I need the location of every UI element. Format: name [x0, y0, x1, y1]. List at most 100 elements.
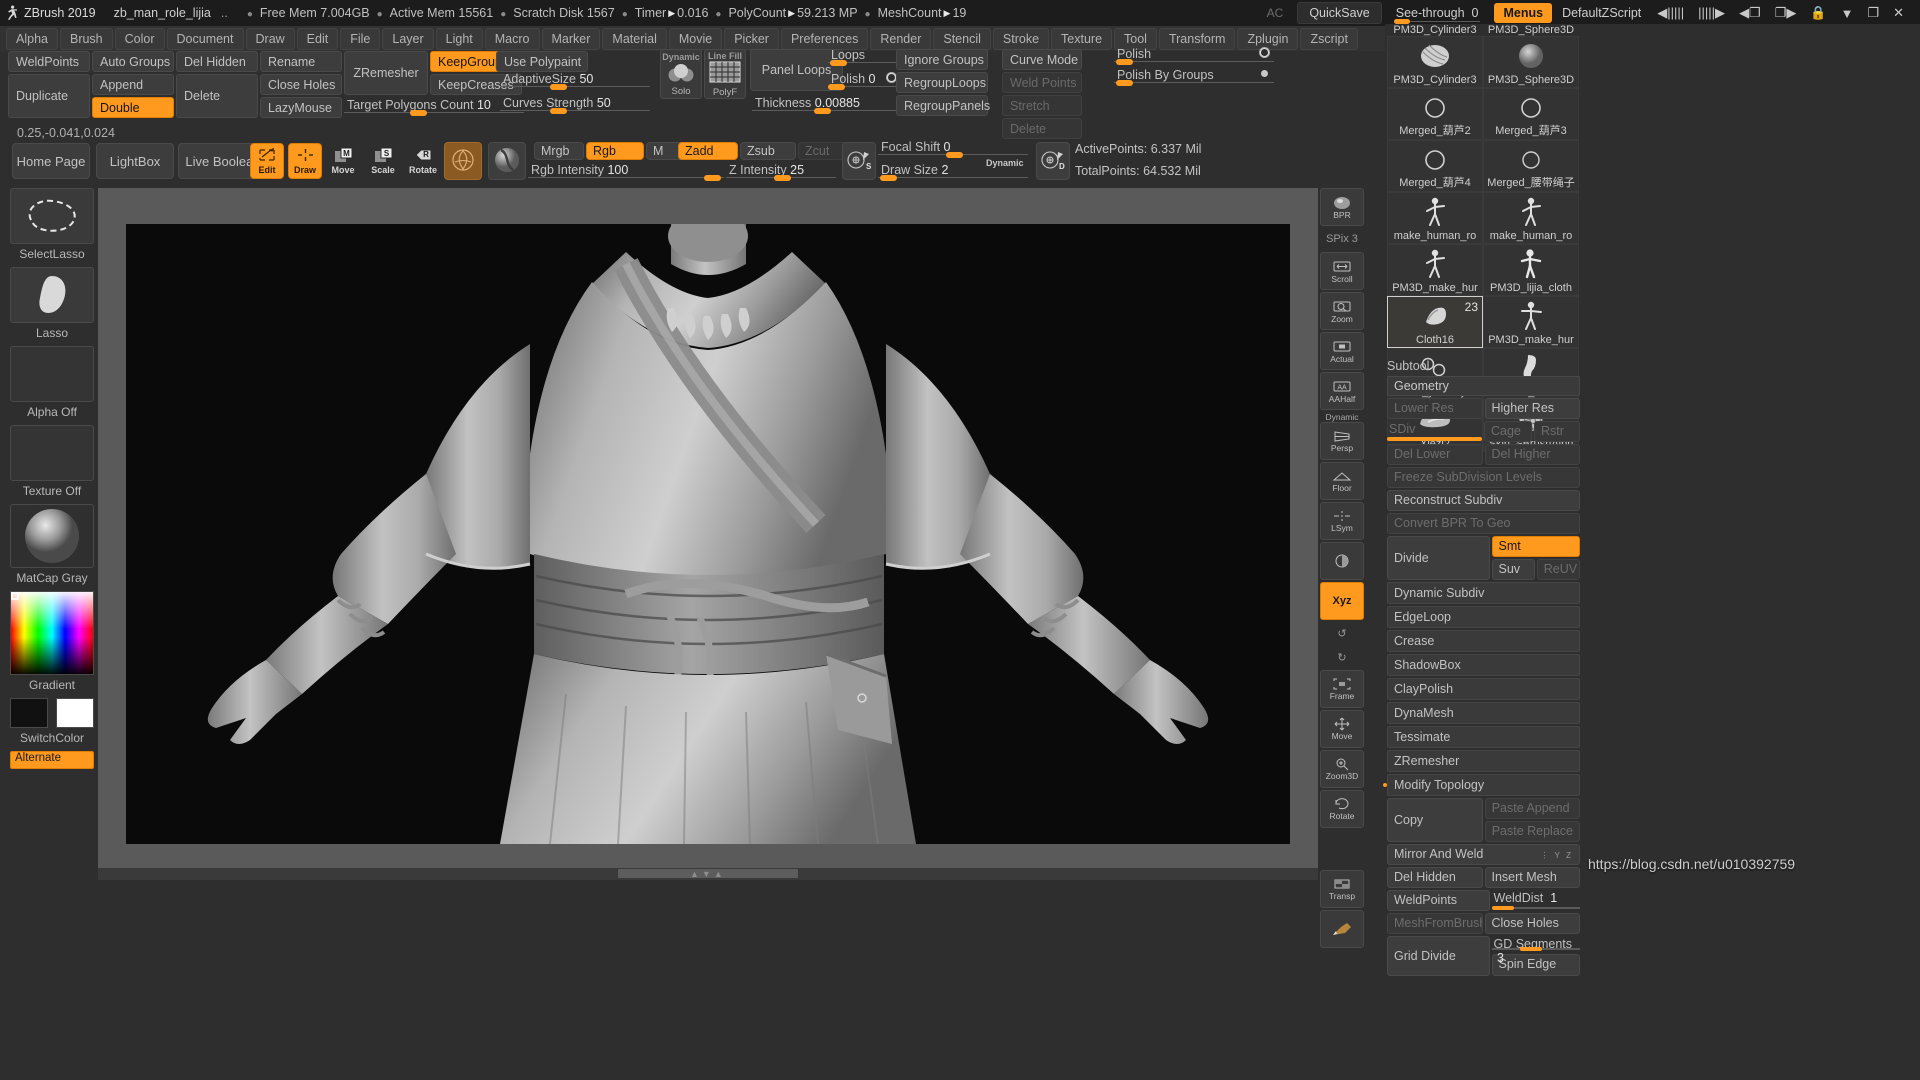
menu-stencil[interactable]: Stencil	[933, 28, 991, 50]
move-nav-button[interactable]: Move	[1320, 710, 1364, 748]
frame-button[interactable]: Frame	[1320, 670, 1364, 708]
tool-item-merged-hulu2[interactable]: Merged_葫芦2	[1387, 88, 1483, 140]
suv-button[interactable]: Suv	[1492, 559, 1535, 580]
brush-dynamic-tile[interactable]: D	[1036, 142, 1070, 180]
shelf-autogroups-button[interactable]: Auto Groups	[92, 51, 174, 72]
draw-mode-button[interactable]: Draw	[288, 143, 322, 179]
polish-radio-shelf[interactable]	[887, 73, 896, 82]
geo-del-hidden-button[interactable]: Del Hidden	[1387, 867, 1483, 888]
freeze-subdivision-button[interactable]: Freeze SubDivision Levels	[1387, 467, 1580, 488]
menu-movie[interactable]: Movie	[669, 28, 722, 50]
rstr-button[interactable]: Rstr	[1534, 421, 1580, 442]
next-window-icon[interactable]: ❐▶	[1775, 5, 1797, 21]
home-page-button[interactable]: Home Page	[12, 143, 90, 179]
shelf-thickness-slider[interactable]: Thickness 0.00885	[752, 97, 902, 111]
polish-by-groups-radio[interactable]	[1261, 70, 1268, 77]
paste-replace-button[interactable]: Paste Replace	[1485, 821, 1580, 842]
menu-draw[interactable]: Draw	[246, 28, 295, 50]
polish-right-radio[interactable]	[1260, 48, 1269, 57]
current-brush-swatch[interactable]	[444, 142, 482, 180]
shelf-zremesher-button[interactable]: ZRemesher	[344, 51, 428, 95]
shelf-rename-button[interactable]: Rename	[260, 51, 342, 72]
grid-divide-button[interactable]: Grid Divide	[1387, 936, 1490, 976]
lightbox-button[interactable]: LightBox	[96, 143, 174, 179]
shelf-lazymouse-button[interactable]: LazyMouse	[260, 97, 342, 118]
lower-res-button[interactable]: Lower Res	[1387, 398, 1483, 419]
thickness-knob[interactable]	[814, 108, 831, 114]
welddist-knob[interactable]	[1492, 906, 1514, 910]
shelf-ignore-groups-button[interactable]: Ignore Groups	[896, 49, 988, 70]
mrgb-button[interactable]: Mrgb	[534, 142, 584, 160]
mirror-and-weld-button[interactable]: Mirror And Weld ⋮ Y Z	[1387, 844, 1580, 865]
viewport[interactable]	[126, 224, 1290, 844]
reuv-button[interactable]: ReUV	[1537, 559, 1580, 580]
alternate-button[interactable]: Alternate	[10, 751, 94, 769]
shelf-delhidden-button[interactable]: Del Hidden	[176, 51, 258, 72]
tool-item-pm3d-lijia-cloth[interactable]: PM3D_lijia_cloth	[1483, 244, 1579, 296]
canvas-area[interactable]	[98, 188, 1318, 868]
z-intensity-slider[interactable]: Z Intensity 25	[726, 164, 836, 178]
floor-button[interactable]: Floor	[1320, 462, 1364, 500]
zremesher-section[interactable]: ZRemesher	[1387, 750, 1580, 772]
canvas-scroll-arrows[interactable]: ▲▼▲	[690, 869, 726, 879]
menu-texture[interactable]: Texture	[1051, 28, 1112, 50]
gd-segments-knob[interactable]	[1520, 947, 1542, 951]
shelf-weldpoints-button[interactable]: WeldPoints	[8, 51, 90, 72]
linefill-polyf-tile[interactable]: Line Fill PolyF	[704, 49, 746, 99]
tool-item-sphere[interactable]: PM3D_Sphere3D	[1483, 36, 1579, 88]
edit-mode-button[interactable]: Edit	[250, 143, 284, 179]
menu-edit[interactable]: Edit	[297, 28, 339, 50]
menu-preferences[interactable]: Preferences	[781, 28, 868, 50]
menu-zplugin[interactable]: Zplugin	[1237, 28, 1298, 50]
shelf-double-button[interactable]: Double	[92, 97, 174, 118]
target-polygons-knob[interactable]	[410, 110, 427, 116]
lasso-stroke-swatch[interactable]	[10, 267, 94, 323]
shelf-closeholes-button[interactable]: Close Holes	[260, 74, 342, 95]
tool-item-make-human-ro-2[interactable]: make_human_ro	[1483, 192, 1579, 244]
crease-section[interactable]: Crease	[1387, 630, 1580, 652]
welddist-slider[interactable]: WeldDist 1	[1492, 890, 1581, 911]
mirror-axis-xyz-icon[interactable]: ⋮ Y Z	[1540, 848, 1573, 863]
zsub-button[interactable]: Zsub	[740, 142, 796, 160]
convert-bpr-to-geo-button[interactable]: Convert BPR To Geo	[1387, 513, 1580, 534]
perspective-button[interactable]: Persp	[1320, 422, 1364, 460]
shadowbox-section[interactable]: ShadowBox	[1387, 654, 1580, 676]
menu-file[interactable]: File	[340, 28, 380, 50]
tool-item-pm3d-make-hum-1[interactable]: PM3D_make_hur	[1387, 244, 1483, 296]
rgb-button[interactable]: Rgb	[586, 142, 644, 160]
sdiv-knob[interactable]	[1387, 437, 1482, 441]
higher-res-button[interactable]: Higher Res	[1485, 398, 1581, 419]
shelf-curves-strength-slider[interactable]: Curves Strength 50	[500, 97, 650, 111]
shelf-polish-by-groups-slider[interactable]: Polish By Groups	[1114, 69, 1274, 83]
menu-zscript[interactable]: Zscript	[1300, 28, 1358, 50]
zadd-button[interactable]: Zadd	[678, 142, 738, 160]
shelf-regroup-loops-button[interactable]: RegroupLoops	[896, 72, 988, 93]
shelf-use-polypaint-button[interactable]: Use Polypaint	[496, 51, 588, 72]
del-lower-button[interactable]: Del Lower	[1387, 444, 1483, 465]
texture-swatch[interactable]	[10, 425, 94, 481]
spix-label[interactable]: SPix 3	[1320, 228, 1364, 250]
restore-icon[interactable]: ❐	[1867, 5, 1879, 21]
tool-item-pm3d-make-hum-2[interactable]: PM3D_make_hur	[1483, 296, 1579, 348]
menu-render[interactable]: Render	[870, 28, 931, 50]
aahalf-button[interactable]: AA AAHalf	[1320, 372, 1364, 410]
menu-material[interactable]: Material	[602, 28, 666, 50]
menu-macro[interactable]: Macro	[485, 28, 540, 50]
menus-button[interactable]: Menus	[1494, 3, 1552, 23]
transparency-button[interactable]: Transp	[1320, 870, 1364, 908]
shelf-regroup-panels-button[interactable]: RegroupPanels	[896, 95, 988, 116]
focal-shift-knob[interactable]	[946, 152, 963, 158]
tool-item-merged-hulu4[interactable]: Merged_葫芦4	[1387, 140, 1483, 192]
divide-button[interactable]: Divide	[1387, 536, 1490, 580]
del-higher-button[interactable]: Del Higher	[1485, 444, 1581, 465]
shelf-weld-points-button[interactable]: Weld Points	[1002, 72, 1082, 93]
shelf-target-polygons-slider[interactable]: Target Polygons Count 10	[344, 99, 524, 113]
insert-mesh-button[interactable]: Insert Mesh	[1485, 867, 1581, 888]
subtool-section-header[interactable]: Subtool	[1387, 359, 1580, 373]
lock-icon[interactable]: 🔒	[1810, 5, 1826, 21]
see-through-slider[interactable]: See-through 0	[1392, 6, 1483, 20]
menu-picker[interactable]: Picker	[724, 28, 779, 50]
dynamic-subdiv-section[interactable]: Dynamic Subdiv	[1387, 582, 1580, 604]
scroll-button[interactable]: Scroll	[1320, 252, 1364, 290]
zoom3d-button[interactable]: Zoom3D	[1320, 750, 1364, 788]
